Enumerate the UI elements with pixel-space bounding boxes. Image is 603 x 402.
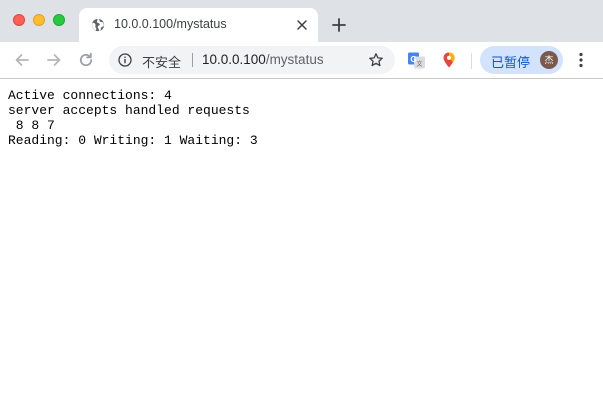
translate-icon[interactable]: G 文 [407,51,426,70]
arrow-left-icon[interactable] [13,51,31,69]
close-icon[interactable] [295,18,309,32]
url-text[interactable]: 10.0.0.100/mystatus [202,52,324,67]
window-maximize-button[interactable] [53,14,65,26]
tab-active[interactable]: 10.0.0.100/mystatus [79,8,318,42]
svg-text:文: 文 [416,60,422,68]
info-icon[interactable] [118,53,132,67]
more-vertical-icon[interactable] [574,51,588,69]
profile-button[interactable]: 已暂停 杰 [480,46,563,74]
globe-icon [91,18,105,32]
omnibox-divider [192,53,193,67]
profile-status-label: 已暂停 [491,55,531,70]
active-connections-line: Active connections: 4 [8,88,172,103]
arrow-right-icon[interactable] [45,51,63,69]
server-stats-header-line: server accepts handled requests [8,103,250,118]
url-path: /mystatus [265,52,324,67]
browser-toolbar: 不安全 10.0.0.100/mystatus G 文 已暂停 杰 [0,42,603,79]
star-icon[interactable] [368,52,384,68]
server-stats-values-line: 8 8 7 [8,118,55,133]
plus-icon[interactable] [331,17,347,33]
avatar: 杰 [540,51,558,69]
security-label[interactable]: 不安全 [142,52,181,71]
window-minimize-button[interactable] [33,14,45,26]
map-pin-icon[interactable] [440,51,458,69]
address-bar[interactable]: 不安全 10.0.0.100/mystatus [109,46,395,74]
page-content: Active connections: 4 server accepts han… [0,79,603,402]
reading-writing-waiting-line: Reading: 0 Writing: 1 Waiting: 3 [8,133,258,148]
tab-strip: 10.0.0.100/mystatus [0,0,603,42]
window-close-button[interactable] [13,14,25,26]
reload-icon[interactable] [77,51,95,69]
toolbar-divider [471,53,472,69]
url-host: 10.0.0.100 [202,52,266,67]
tab-title: 10.0.0.100/mystatus [114,17,227,31]
browser-window: 10.0.0.100/mystatus 不安全 10.0.0.100/mysta… [0,0,603,402]
